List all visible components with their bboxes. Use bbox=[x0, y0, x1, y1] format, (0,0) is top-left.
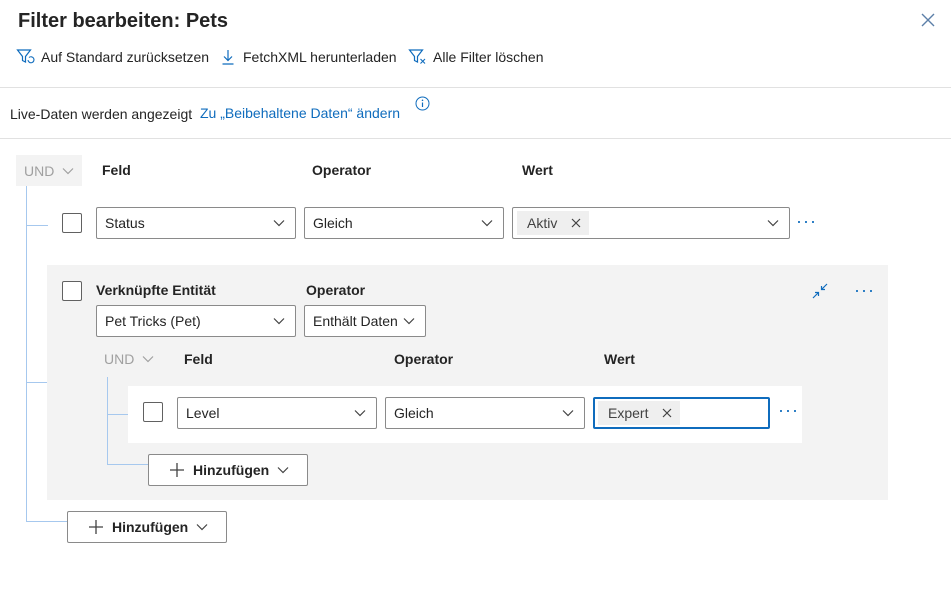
close-icon[interactable] bbox=[918, 10, 938, 30]
switch-retained-data-link[interactable]: Zu „Beibehaltene Daten“ ändern bbox=[200, 105, 400, 121]
root-add-label: Hinzufügen bbox=[112, 519, 189, 535]
chevron-down-icon bbox=[403, 318, 415, 325]
filter-reset-icon bbox=[16, 49, 35, 64]
root-add-button[interactable]: Hinzufügen bbox=[67, 511, 227, 543]
collapse-icon[interactable] bbox=[811, 282, 829, 300]
reset-default-label: Auf Standard zurücksetzen bbox=[41, 49, 210, 65]
inner-add-label: Hinzufügen bbox=[193, 462, 270, 478]
inner-logic-dropdown[interactable]: UND bbox=[96, 345, 162, 373]
reset-default-button[interactable]: Auf Standard zurücksetzen bbox=[16, 46, 209, 68]
plus-icon bbox=[89, 520, 103, 534]
chevron-down-icon bbox=[767, 220, 779, 227]
inner-value-tag: Expert bbox=[598, 401, 681, 425]
inner-value-header: Wert bbox=[604, 351, 635, 367]
inner-logic-label: UND bbox=[104, 351, 135, 367]
field-select[interactable]: Status bbox=[96, 207, 296, 239]
chevron-down-icon bbox=[481, 220, 493, 227]
related-operator-select[interactable]: Enthält Daten bbox=[304, 305, 426, 337]
download-fetchxml-label: FetchXML herunterladen bbox=[243, 49, 397, 65]
clear-filters-label: Alle Filter löschen bbox=[433, 49, 544, 65]
related-operator-label: Operator bbox=[306, 282, 366, 298]
chevron-down-icon bbox=[196, 524, 208, 531]
root-branch-line bbox=[26, 521, 68, 522]
info-icon[interactable] bbox=[415, 96, 430, 111]
row-checkbox[interactable] bbox=[62, 213, 82, 233]
inner-row-checkbox[interactable] bbox=[143, 402, 163, 422]
live-data-status: Live-Daten werden angezeigt bbox=[10, 106, 193, 122]
field-select-value: Status bbox=[105, 215, 145, 231]
inner-row-more-icon[interactable]: ··· bbox=[778, 401, 799, 419]
download-fetchxml-button[interactable]: FetchXML herunterladen bbox=[219, 46, 397, 68]
chevron-down-icon bbox=[62, 167, 74, 174]
inner-operator-select[interactable]: Gleich bbox=[385, 397, 585, 429]
remove-tag-icon[interactable] bbox=[571, 218, 581, 228]
root-logic-dropdown[interactable]: UND bbox=[16, 155, 83, 186]
clear-filters-button[interactable]: Alle Filter löschen bbox=[408, 46, 544, 68]
root-tree-line bbox=[26, 186, 27, 522]
value-header: Wert bbox=[522, 162, 553, 178]
related-entity-value: Pet Tricks (Pet) bbox=[105, 313, 201, 329]
inner-field-select[interactable]: Level bbox=[177, 397, 377, 429]
inner-branch-line bbox=[107, 414, 128, 415]
inner-tree-line bbox=[107, 377, 108, 465]
field-header: Feld bbox=[102, 162, 131, 178]
chevron-down-icon bbox=[273, 220, 285, 227]
inner-field-header: Feld bbox=[184, 351, 213, 367]
root-branch-line bbox=[26, 225, 48, 226]
chevron-down-icon bbox=[562, 410, 574, 417]
inner-field-value: Level bbox=[186, 405, 220, 421]
operator-select[interactable]: Gleich bbox=[304, 207, 504, 239]
dialog-title: Filter bearbeiten: Pets bbox=[18, 10, 229, 32]
live-data-divider bbox=[0, 138, 951, 139]
root-branch-line bbox=[26, 382, 48, 383]
toolbar-divider bbox=[0, 87, 951, 88]
inner-operator-header: Operator bbox=[394, 351, 454, 367]
value-tag: Aktiv bbox=[517, 211, 590, 235]
chevron-down-icon bbox=[142, 356, 154, 363]
group-more-icon[interactable]: ··· bbox=[854, 281, 875, 299]
inner-branch-line bbox=[107, 464, 148, 465]
root-logic-label: UND bbox=[24, 162, 55, 179]
plus-icon bbox=[170, 463, 184, 477]
group-checkbox[interactable] bbox=[62, 281, 82, 301]
related-entity-label: Verknüpfte Entität bbox=[96, 282, 216, 298]
chevron-down-icon bbox=[354, 410, 366, 417]
operator-select-value: Gleich bbox=[313, 215, 353, 231]
chevron-down-icon bbox=[273, 318, 285, 325]
related-entity-select[interactable]: Pet Tricks (Pet) bbox=[96, 305, 296, 337]
operator-header: Operator bbox=[312, 162, 372, 178]
inner-operator-value: Gleich bbox=[394, 405, 434, 421]
filter-clear-icon bbox=[408, 49, 426, 64]
inner-add-button[interactable]: Hinzufügen bbox=[148, 454, 308, 486]
inner-value-input[interactable]: Expert bbox=[593, 397, 770, 429]
inner-value-tag-label: Expert bbox=[608, 405, 649, 421]
value-select[interactable]: Aktiv bbox=[512, 207, 790, 239]
remove-tag-icon[interactable] bbox=[662, 408, 672, 418]
related-operator-value: Enthält Daten bbox=[313, 313, 398, 329]
value-tag-label: Aktiv bbox=[527, 215, 558, 231]
row-more-icon[interactable]: ··· bbox=[796, 212, 817, 230]
download-icon bbox=[222, 50, 234, 65]
chevron-down-icon bbox=[277, 467, 289, 474]
